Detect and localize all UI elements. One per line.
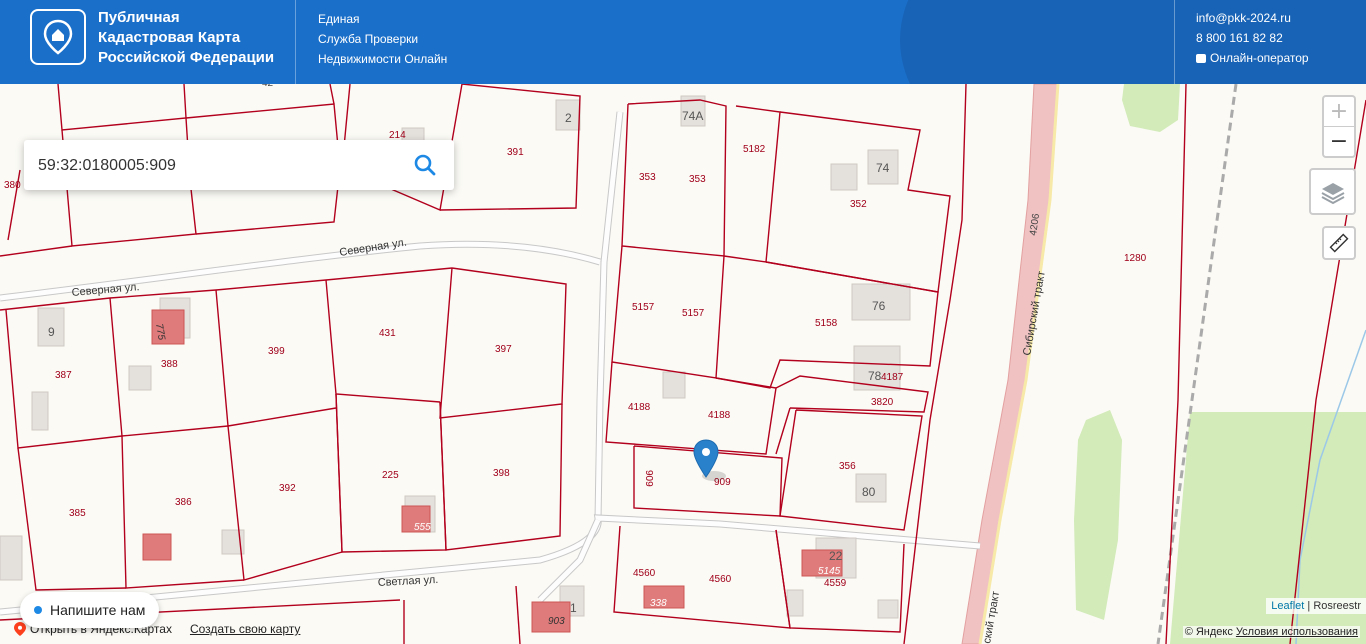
header-divider xyxy=(295,0,296,84)
plot-label: 380 xyxy=(4,180,21,191)
plot-label: 338 xyxy=(650,598,667,609)
zoom-control: + − xyxy=(1322,95,1356,158)
plot-label: 5158 xyxy=(815,318,838,329)
plot-label: 388 xyxy=(161,359,178,370)
email-link[interactable]: info@pkk-2024.ru xyxy=(1196,8,1309,28)
chat-icon xyxy=(1196,53,1206,63)
tagline-line-2: Служба Проверки xyxy=(318,32,419,46)
building-number: 9 xyxy=(48,325,55,339)
plot-label: 4560 xyxy=(633,568,656,579)
header-divider xyxy=(1174,0,1175,84)
chat-button-label: Напишите нам xyxy=(50,602,146,618)
plot-label: 225 xyxy=(382,470,399,481)
phone-link[interactable]: 8 800 161 82 82 xyxy=(1196,28,1309,48)
create-map-link[interactable]: Создать свою карту xyxy=(190,622,300,636)
plot-label: 353 xyxy=(689,174,706,185)
plot-label: 1280 xyxy=(1124,253,1147,264)
map-attribution: Leaflet | Rosreestr xyxy=(1266,598,1366,614)
building-number: 1 xyxy=(570,601,577,615)
plot-label: 431 xyxy=(379,328,396,339)
layers-button[interactable] xyxy=(1309,168,1356,215)
plot-label: 4188 xyxy=(708,410,731,421)
brand-title[interactable]: Публичная Кадастровая Карта Российской Ф… xyxy=(98,8,288,68)
plot-label: 555 xyxy=(414,522,431,533)
zoom-in-button[interactable]: + xyxy=(1324,97,1354,127)
plot-label: 909 xyxy=(643,470,654,487)
brand-line-3: Российской Федерации xyxy=(98,49,275,66)
plot-label: 4188 xyxy=(628,402,651,413)
measure-button[interactable] xyxy=(1322,226,1356,260)
terms-of-use-link[interactable]: Условия использования xyxy=(1236,626,1358,638)
building-number: 80 xyxy=(862,485,876,499)
chat-button[interactable]: Напишите нам xyxy=(20,592,160,628)
plot-label: 386 xyxy=(175,497,192,508)
building-number: 78 xyxy=(868,369,882,383)
plot-label: 5157 xyxy=(682,308,705,319)
online-dot-icon xyxy=(34,606,42,614)
building-number: 76 xyxy=(872,299,886,313)
main-road xyxy=(961,84,1059,644)
park-area xyxy=(1122,84,1180,132)
plot-label: 392 xyxy=(279,483,296,494)
plot-label: 5157 xyxy=(632,302,655,313)
search-box xyxy=(24,140,454,192)
layers-icon xyxy=(1321,182,1344,204)
brand-line-2: Кадастровая Карта xyxy=(98,29,241,46)
plot-label: 4187 xyxy=(881,372,904,383)
plot-label: 3820 xyxy=(871,397,894,408)
ruler-icon xyxy=(1329,233,1349,253)
tagline: Единая Служба Проверки Недвижимости Онла… xyxy=(318,9,447,69)
tagline-line-1: Единая xyxy=(318,12,360,26)
plot-label: 356 xyxy=(839,461,856,472)
online-operator-link[interactable]: Онлайн-оператор xyxy=(1196,48,1309,68)
logo[interactable] xyxy=(30,9,86,65)
plot-label: 42 xyxy=(262,84,274,89)
zoom-out-button[interactable]: − xyxy=(1324,127,1354,156)
plot-label: 4559 xyxy=(824,578,847,589)
building-number: 22 xyxy=(829,549,843,563)
yandex-attribution: © Яндекс Условия использования xyxy=(1182,626,1360,638)
plot-label: 385 xyxy=(69,508,86,519)
plot-label: 391 xyxy=(507,147,524,158)
plot-label: 352 xyxy=(850,199,867,210)
plot-label: 353 xyxy=(639,172,656,183)
tagline-line-3: Недвижимости Онлайн xyxy=(318,52,448,66)
plot-label: 5182 xyxy=(743,144,766,155)
building-number: 74 xyxy=(876,161,890,175)
map-pin-house-icon xyxy=(43,19,73,55)
street-label: Светлая ул. xyxy=(378,574,439,589)
plot-label: 399 xyxy=(268,346,285,357)
building-number: 2 xyxy=(565,111,572,125)
yandex-copyright: © Яндекс xyxy=(1184,626,1233,638)
street-label: Северная ул. xyxy=(339,236,408,258)
brand-line-1: Публичная xyxy=(98,9,180,26)
plot-label: 398 xyxy=(493,468,510,479)
plot-label: 903 xyxy=(548,616,565,627)
attribution-separator: | xyxy=(1307,600,1311,612)
online-operator-label: Онлайн-оператор xyxy=(1210,51,1309,65)
attribution-source: Rosreestr xyxy=(1313,600,1361,612)
yandex-pin-icon xyxy=(14,622,26,636)
park-area xyxy=(1074,410,1122,620)
plot-label: 5145 xyxy=(818,566,841,577)
leaflet-link[interactable]: Leaflet xyxy=(1271,600,1304,612)
plot-label: 4560 xyxy=(709,574,732,585)
contacts: info@pkk-2024.ru 8 800 161 82 82 Онлайн-… xyxy=(1196,8,1309,68)
location-marker[interactable] xyxy=(693,439,726,481)
search-input[interactable] xyxy=(36,140,400,192)
building-number: 74А xyxy=(682,109,703,123)
plot-label: 387 xyxy=(55,370,72,381)
site-header: Публичная Кадастровая Карта Российской Ф… xyxy=(0,0,1366,84)
search-icon[interactable] xyxy=(414,154,436,176)
plot-label: 397 xyxy=(495,344,512,355)
